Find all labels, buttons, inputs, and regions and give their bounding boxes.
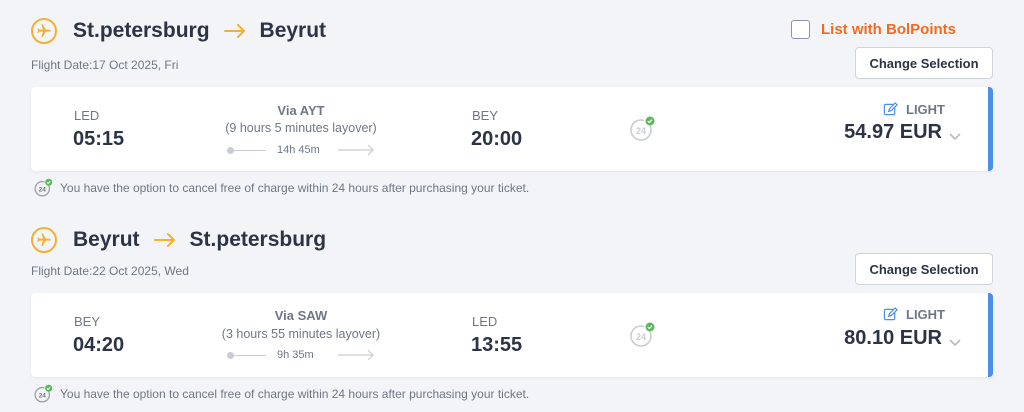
route-header: Beyrut St.petersburg [31,224,326,256]
arrival-time: 20:00 [471,128,523,150]
flight-card[interactable]: BEY 04:20 Via SAW (3 hours 55 minutes la… [31,293,993,377]
svg-text:24: 24 [39,393,47,400]
arrival-time: 13:55 [471,334,523,356]
layover-info: (9 hours 5 minutes layover) [225,121,377,135]
bolpoints-label[interactable]: List with BolPoints [821,21,956,38]
chevron-down-icon[interactable] [949,334,961,352]
bolpoints-checkbox[interactable] [791,20,810,39]
fare-type-label: LIGHT [906,102,945,117]
flight-date: Flight Date:17 Oct 2025, Fri [31,58,179,72]
svg-text:24: 24 [636,332,646,342]
fare-type: LIGHT [883,307,945,322]
24h-cancel-icon: 24 [33,178,53,198]
svg-text:24: 24 [636,126,646,136]
airplane-icon [31,227,57,253]
arrow-right-icon [338,144,374,156]
cancel-note: 24 You have the option to cancel free of… [33,384,529,404]
arrival-code: LED [472,314,498,329]
cancel-note-text: You have the option to cancel free of ch… [60,181,530,195]
edit-icon [883,307,898,322]
layover-info: (3 hours 55 minutes layover) [221,327,381,341]
fare-price: 54.97 EUR [844,121,942,143]
destination-city: Beyrut [259,19,327,42]
destination-city: St.petersburg [189,228,327,251]
departure-time: 04:20 [73,334,125,356]
origin-city: Beyrut [73,228,140,251]
arrow-right-icon [223,24,246,38]
chevron-down-icon[interactable] [949,128,961,146]
24h-cancel-icon: 24 [628,321,656,354]
bolpoints-toggle[interactable]: List with BolPoints [791,20,956,39]
fare-type-label: LIGHT [906,307,945,322]
24h-cancel-icon: 24 [628,115,656,148]
arrow-right-icon [338,349,374,361]
change-selection-button[interactable]: Change Selection [855,253,993,285]
departure-code: BEY [74,314,101,329]
route-header: St.petersburg Beyrut [31,15,326,47]
flight-date: Flight Date:22 Oct 2025, Wed [31,264,189,278]
departure-code: LED [74,108,100,123]
flight-duration: 14h 45m [277,144,320,156]
24h-cancel-icon: 24 [33,384,53,404]
origin-city: St.petersburg [73,19,210,42]
arrival-code: BEY [472,108,499,123]
change-selection-button[interactable]: Change Selection [855,47,993,79]
duration-indicator: 9h 35m [227,347,377,363]
cancel-note-text: You have the option to cancel free of ch… [60,387,530,401]
via-airport: Via SAW [274,308,328,323]
via-airport: Via AYT [277,103,325,118]
flight-duration: 9h 35m [277,349,314,361]
edit-icon [883,102,898,117]
fare-type: LIGHT [883,102,945,117]
duration-indicator: 14h 45m [227,142,377,158]
departure-time: 05:15 [73,128,125,150]
flight-card[interactable]: LED 05:15 Via AYT (9 hours 5 minutes lay… [31,87,993,171]
airplane-icon [31,18,57,44]
svg-text:24: 24 [39,187,47,194]
fare-price: 80.10 EUR [844,327,942,349]
arrow-right-icon [153,233,176,247]
cancel-note: 24 You have the option to cancel free of… [33,178,529,198]
